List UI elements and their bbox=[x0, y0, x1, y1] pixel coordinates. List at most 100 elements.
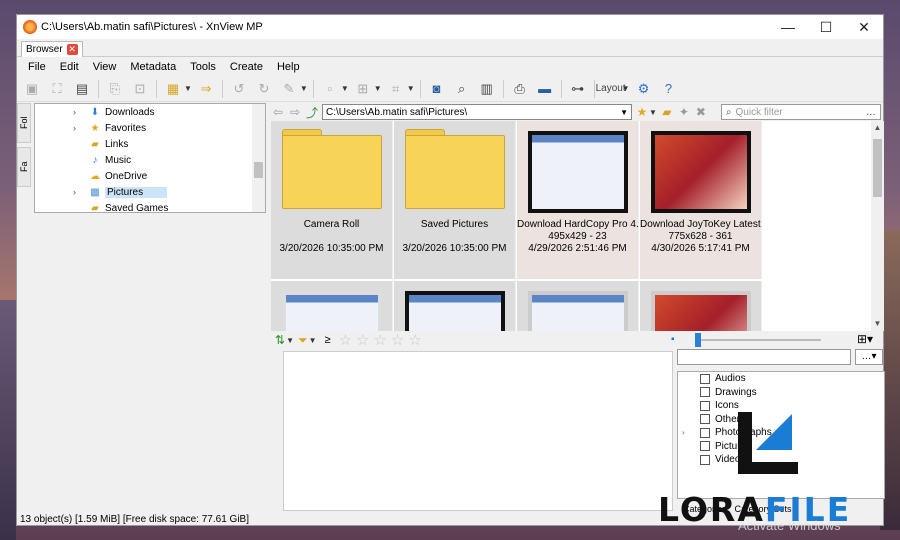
tree-item-onedrive[interactable]: ☁ OneDrive bbox=[35, 168, 265, 184]
tree-item-favorites[interactable]: › ★ Favorites bbox=[35, 120, 265, 136]
help-icon[interactable]: ? bbox=[658, 78, 680, 100]
rotate-right-icon[interactable]: ↻ bbox=[253, 78, 275, 100]
scroll-down-icon[interactable]: ▼ bbox=[871, 319, 884, 328]
thumbnail-size-small-icon[interactable]: ▪ bbox=[671, 334, 675, 345]
sort-icon[interactable]: ⇅ bbox=[275, 333, 285, 347]
quick-filter-input[interactable]: ⌕ Quick filter … bbox=[720, 104, 881, 120]
slideshow-icon[interactable]: ▤ bbox=[71, 78, 93, 100]
pin-icon[interactable]: ✦ bbox=[677, 105, 691, 119]
chevron-down-icon[interactable]: ▼ bbox=[184, 84, 192, 93]
menu-view[interactable]: View bbox=[86, 61, 124, 73]
tab-close-icon[interactable]: ✕ bbox=[66, 44, 78, 55]
forward-arrow-icon[interactable]: ⇨ bbox=[288, 105, 302, 119]
thumbnail-scrollbar[interactable]: ▲ ▼ bbox=[871, 121, 884, 331]
chevron-down-icon[interactable]: ▼ bbox=[649, 108, 657, 117]
category-checkbox[interactable] bbox=[700, 387, 710, 398]
side-tab-favorites[interactable]: Fa bbox=[17, 147, 31, 187]
maximize-button[interactable]: ☐ bbox=[807, 15, 845, 39]
back-arrow-icon[interactable]: ⇦ bbox=[271, 105, 285, 119]
expand-arrow-icon[interactable]: › bbox=[73, 107, 85, 117]
path-input[interactable]: C:\Users\Ab.matin safi\Pictures\ ▼ bbox=[322, 104, 632, 120]
menu-tools[interactable]: Tools bbox=[183, 61, 223, 73]
thumbnail-camera-roll[interactable]: Camera Roll 3/20/2026 10:35:00 PM bbox=[271, 121, 393, 279]
menu-edit[interactable]: Edit bbox=[53, 61, 86, 73]
filter-view-icon[interactable]: ⌗ bbox=[385, 78, 407, 100]
tab-browser[interactable]: Browser ✕ bbox=[21, 41, 83, 57]
tree-scrollbar[interactable] bbox=[252, 104, 265, 212]
edit-icon[interactable]: ✎ bbox=[278, 78, 300, 100]
category-checkbox[interactable] bbox=[700, 400, 710, 411]
chevron-down-icon[interactable]: ▼ bbox=[341, 84, 349, 93]
thumbnail-size-slider[interactable] bbox=[701, 339, 821, 341]
chevron-down-icon[interactable]: ▼ bbox=[286, 336, 294, 345]
thumbnail-row2-4[interactable] bbox=[640, 281, 762, 331]
thumbnail-joytokey[interactable]: Download JoyToKey Latest V... 775x628 - … bbox=[640, 121, 762, 279]
tag-icon[interactable]: ⎘ bbox=[104, 78, 126, 100]
menu-file[interactable]: File bbox=[21, 61, 53, 73]
open-icon[interactable]: ▣ bbox=[21, 78, 43, 100]
favorite-star-icon[interactable]: ★ bbox=[635, 105, 649, 119]
thumbnail-row2-1[interactable] bbox=[271, 281, 393, 331]
tree-item-links[interactable]: ▰ Links bbox=[35, 136, 265, 152]
thumbnail-saved-pictures[interactable]: Saved Pictures 3/20/2026 10:35:00 PM bbox=[394, 121, 516, 279]
grid-view-icon[interactable]: ⊞ bbox=[352, 78, 374, 100]
add-folder-icon[interactable]: ▦ bbox=[162, 78, 184, 100]
category-icons[interactable]: Icons bbox=[678, 399, 884, 413]
category-filter-input[interactable] bbox=[677, 349, 851, 365]
view-mode-icon[interactable]: ⊞▾ bbox=[857, 332, 873, 346]
menu-metadata[interactable]: Metadata bbox=[123, 61, 183, 73]
rating-star-icon[interactable]: ☆ bbox=[408, 331, 421, 349]
chevron-down-icon[interactable]: ▼ bbox=[300, 84, 308, 93]
layout-button[interactable]: Layout bbox=[596, 78, 626, 100]
more-options-icon[interactable]: … bbox=[866, 107, 880, 118]
chevron-down-icon[interactable]: ▼ bbox=[309, 336, 317, 345]
chevron-down-icon[interactable]: ▼ bbox=[622, 84, 630, 93]
scroll-up-icon[interactable]: ▲ bbox=[871, 123, 884, 132]
minimize-button[interactable]: — bbox=[769, 15, 807, 39]
category-audios[interactable]: Audios bbox=[678, 372, 884, 386]
thumbnail-row2-2[interactable] bbox=[394, 281, 516, 331]
rating-star-icon[interactable]: ☆ bbox=[373, 331, 386, 349]
remove-icon[interactable]: ✖ bbox=[694, 105, 708, 119]
chevron-down-icon[interactable]: ▼ bbox=[620, 108, 631, 117]
side-tab-folders[interactable]: Fol bbox=[17, 103, 31, 143]
menu-help[interactable]: Help bbox=[270, 61, 307, 73]
rating-star-icon[interactable]: ☆ bbox=[391, 331, 404, 349]
expand-arrow-icon[interactable]: › bbox=[73, 187, 85, 197]
tree-item-downloads[interactable]: › ⬇ Downloads bbox=[35, 104, 265, 120]
rotate-left-icon[interactable]: ↺ bbox=[228, 78, 250, 100]
thumbnail-row2-3[interactable] bbox=[517, 281, 639, 331]
filter-funnel-icon[interactable]: ⏷ bbox=[298, 333, 308, 348]
chevron-down-icon[interactable]: ▼ bbox=[407, 84, 415, 93]
tree-scrollbar-thumb[interactable] bbox=[254, 162, 263, 178]
rating-star-icon[interactable]: ☆ bbox=[339, 331, 352, 349]
menu-create[interactable]: Create bbox=[223, 61, 270, 73]
settings-gear-icon[interactable]: ⚙ bbox=[633, 78, 655, 100]
hierarchy-icon[interactable]: ⊶ bbox=[567, 78, 589, 100]
chevron-down-icon[interactable]: ▼ bbox=[374, 84, 382, 93]
thumbnail-hardcopy[interactable]: Download HardCopy Pro 4.1... 495x429 - 2… bbox=[517, 121, 639, 279]
print-icon[interactable]: ⎙ bbox=[509, 78, 531, 100]
tree-item-music[interactable]: ♪ Music bbox=[35, 152, 265, 168]
close-button[interactable]: ✕ bbox=[845, 15, 883, 39]
slider-knob[interactable] bbox=[695, 333, 701, 347]
move-to-icon[interactable]: ⇒ bbox=[195, 78, 217, 100]
panels-icon[interactable]: ▥ bbox=[476, 78, 498, 100]
lock-icon[interactable]: ⊡ bbox=[129, 78, 151, 100]
new-folder-icon[interactable]: ▰ bbox=[660, 105, 674, 119]
rating-comparator-icon[interactable]: ≥ bbox=[325, 334, 331, 346]
scanner-icon[interactable]: ▬ bbox=[534, 78, 556, 100]
scrollbar-thumb[interactable] bbox=[873, 139, 882, 197]
tree-item-saved-games[interactable]: ▰ Saved Games bbox=[35, 200, 265, 213]
more-options-icon[interactable]: …▾ bbox=[855, 349, 883, 365]
up-folder-icon[interactable]: ⤴ bbox=[305, 104, 319, 121]
compare-icon[interactable]: ▫ bbox=[319, 78, 341, 100]
category-checkbox[interactable] bbox=[700, 373, 710, 384]
tree-item-pictures[interactable]: › ▩ Pictures bbox=[35, 184, 265, 200]
category-drawings[interactable]: Drawings bbox=[678, 386, 884, 400]
expand-arrow-icon[interactable]: › bbox=[73, 123, 85, 133]
fullscreen-icon[interactable]: ⛶ bbox=[46, 78, 68, 100]
rating-star-icon[interactable]: ☆ bbox=[356, 331, 369, 349]
camera-icon[interactable]: ◙ bbox=[426, 78, 448, 100]
binoculars-icon[interactable]: ⌕ bbox=[451, 78, 473, 100]
